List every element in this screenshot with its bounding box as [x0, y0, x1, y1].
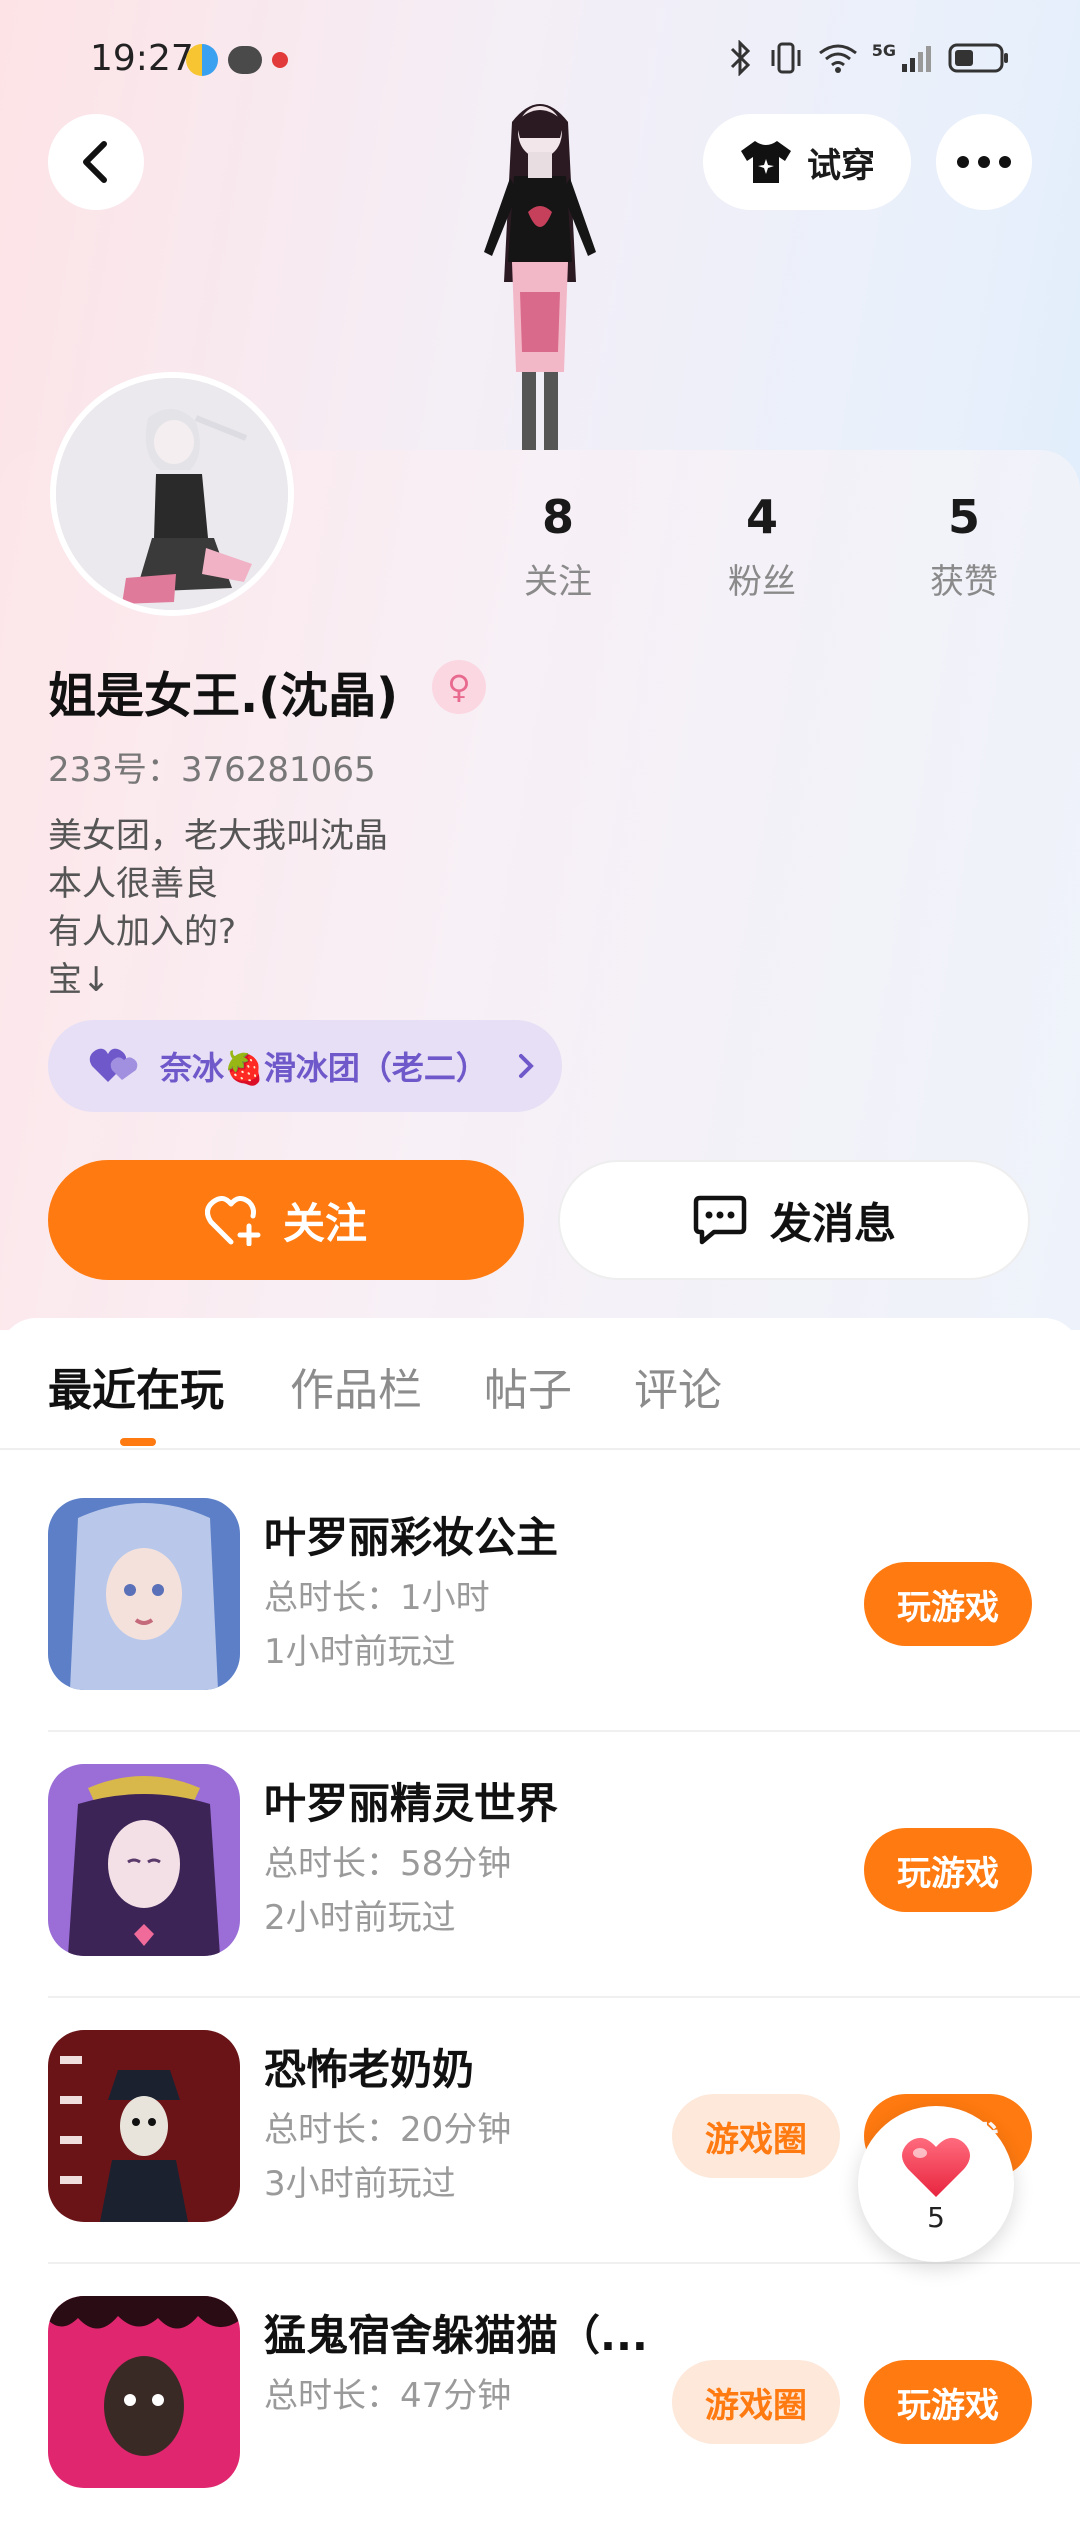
game-last-played: 3小时前玩过 [264, 2164, 456, 2204]
game-circle-button[interactable]: 游戏圈 [672, 2360, 840, 2444]
more-button[interactable] [936, 114, 1032, 210]
like-fab[interactable]: 5 [858, 2106, 1014, 2262]
stat-following-label: 关注 [524, 562, 592, 602]
game-row[interactable]: 叶罗丽精灵世界 总时长：58分钟 2小时前玩过 玩游戏 [0, 1732, 1080, 1998]
profile-avatar[interactable] [50, 372, 294, 616]
heart-plus-icon [204, 1196, 261, 1246]
game-last-played: 2小时前玩过 [264, 1898, 456, 1938]
vibrate-icon [771, 42, 801, 74]
message-button[interactable]: 发消息 [558, 1160, 1030, 1280]
game-title: 叶罗丽精灵世界 [264, 1779, 559, 1828]
bio-line: 有人加入的? [48, 912, 237, 952]
active-tab-indicator [120, 1438, 156, 1446]
tshirt-icon [741, 141, 791, 183]
avatar-image [56, 378, 288, 610]
group-name: 奈冰🍓滑冰团（老二） [160, 1049, 488, 1087]
tab-works[interactable]: 作品栏 [290, 1354, 422, 1418]
tab-divider [0, 1448, 1080, 1450]
avatar-character-image [484, 104, 596, 452]
game-row[interactable]: 猛鬼宿舍躲猫猫（... 总时长：47分钟 游戏圈 玩游戏 [0, 2264, 1080, 2530]
profile-uid: 233号：376281065 [48, 750, 376, 790]
follow-label: 关注 [282, 1198, 367, 1248]
game-icon [48, 2296, 240, 2488]
game-icon [48, 2030, 240, 2222]
status-system-icons: 5G [728, 40, 1010, 76]
game-duration: 总时长：20分钟 [264, 2110, 512, 2150]
game-title: 叶罗丽彩妆公主 [264, 1513, 559, 1562]
game-row[interactable]: 叶罗丽彩妆公主 总时长：1小时 1小时前玩过 玩游戏 [0, 1466, 1080, 1732]
battery-icon [948, 43, 1008, 73]
stat-fans-value: 4 [745, 490, 778, 544]
status-notification-icons [186, 44, 288, 76]
heart-icon [902, 2137, 970, 2197]
stat-fans-label: 粉丝 [728, 562, 796, 602]
play-game-button[interactable]: 玩游戏 [864, 1828, 1032, 1912]
play-game-button[interactable]: 玩游戏 [864, 1562, 1032, 1646]
stat-likes[interactable]: 5 获赞 [884, 490, 1044, 603]
try-on-button[interactable]: 试穿 [703, 114, 911, 210]
stat-following-value: 8 [541, 490, 574, 544]
game-circle-button[interactable]: 游戏圈 [672, 2094, 840, 2178]
message-label: 发消息 [769, 1198, 896, 1248]
game-duration: 总时长：47分钟 [264, 2376, 512, 2416]
bio-line: 美女团，老大我叫沈晶 [48, 816, 388, 856]
follow-button[interactable]: 关注 [48, 1160, 524, 1280]
stat-fans[interactable]: 4 粉丝 [682, 490, 842, 603]
signal-icon [902, 46, 931, 72]
status-time: 19:27 [90, 38, 194, 79]
stat-likes-value: 5 [947, 490, 980, 544]
bluetooth-icon [730, 40, 750, 76]
wechat-icon [228, 46, 262, 74]
heart-pair-icon [89, 1048, 138, 1082]
profile-name: 姐是女王.(沈晶) [48, 668, 399, 724]
chat-bubble-icon [693, 1195, 747, 1245]
game-icon [48, 1498, 240, 1690]
bio-line: 宝↓ [48, 960, 111, 1000]
bio-line: 本人很善良 [48, 864, 218, 904]
more-dots-icon [957, 156, 1011, 168]
stat-likes-label: 获赞 [930, 562, 998, 602]
gender-female-icon: ♀ [432, 660, 486, 714]
network-type-label: 5G [871, 40, 896, 60]
chevron-left-icon [83, 141, 107, 183]
wifi-icon [818, 44, 857, 73]
game-title: 恐怖老奶奶 [264, 2045, 475, 2094]
tab-posts[interactable]: 帖子 [484, 1354, 572, 1418]
chevron-right-icon [518, 1054, 534, 1078]
stat-following[interactable]: 8 关注 [478, 490, 638, 603]
try-on-label: 试穿 [807, 145, 875, 186]
tab-comments[interactable]: 评论 [634, 1354, 722, 1418]
tab-recently-played[interactable]: 最近在玩 [48, 1354, 224, 1418]
play-game-button[interactable]: 玩游戏 [864, 2360, 1032, 2444]
back-button[interactable] [48, 114, 144, 210]
game-title: 猛鬼宿舍躲猫猫（... [264, 2311, 648, 2360]
game-duration: 总时长：58分钟 [264, 1844, 512, 1884]
game-last-played: 1小时前玩过 [264, 1632, 456, 1672]
qq-browser-icon [186, 44, 218, 76]
app-notification-icon [272, 52, 288, 68]
game-icon [48, 1764, 240, 1956]
like-count: 5 [927, 2200, 945, 2234]
group-badge[interactable]: 奈冰🍓滑冰团（老二） [48, 1020, 562, 1112]
game-duration: 总时长：1小时 [264, 1578, 490, 1618]
